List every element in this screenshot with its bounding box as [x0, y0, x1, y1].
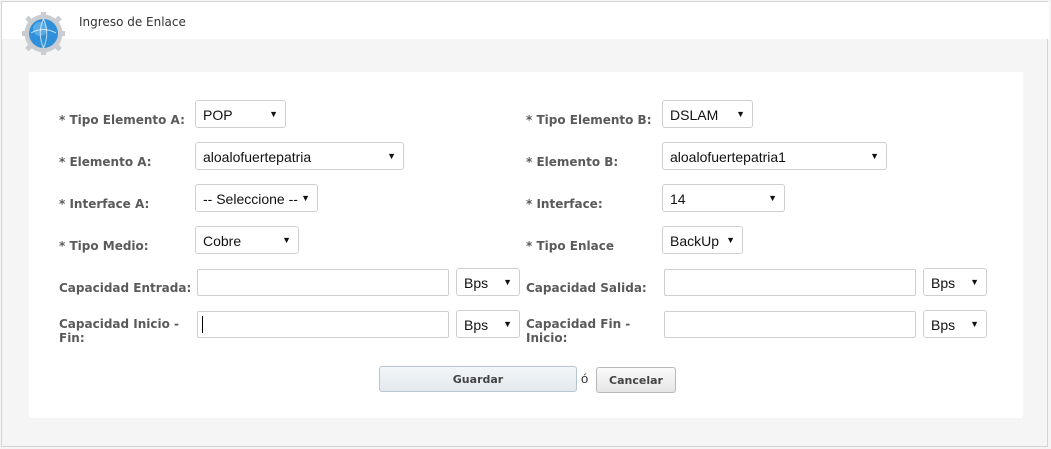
elemento-a-label: * Elemento A:	[59, 155, 152, 169]
elemento-b-select[interactable]: aloalofuertepatria1 ▼	[662, 142, 887, 170]
elemento-b-label: * Elemento B:	[526, 155, 619, 169]
capacidad-entrada-label: Capacidad Entrada:	[59, 281, 192, 295]
capacidad-salida-input[interactable]	[664, 269, 916, 296]
page-title: Ingreso de Enlace	[79, 15, 186, 29]
tipo-medio-label: * Tipo Medio:	[59, 239, 149, 253]
page-frame: Ingreso de Enlace * Tipo Elemento A: POP…	[1, 1, 1049, 447]
interface-b-label: * Interface:	[526, 197, 603, 211]
capacidad-fin-inicio-unit-value: Bps	[931, 317, 956, 333]
tipo-elemento-a-select[interactable]: POP ▼	[195, 100, 286, 128]
interface-a-label: * Interface A:	[59, 197, 150, 211]
triangle-down-icon: ▼	[970, 319, 979, 329]
triangle-down-icon: ▼	[269, 109, 278, 119]
tipo-elemento-b-value: DSLAM	[670, 107, 719, 123]
capacidad-salida-label: Capacidad Salida:	[526, 281, 647, 295]
or-separator: ó	[581, 371, 589, 386]
capacidad-inicio-fin-label: Capacidad Inicio - Fin:	[59, 317, 179, 345]
capacidad-fin-inicio-input[interactable]	[664, 311, 916, 338]
capacidad-entrada-input[interactable]	[197, 269, 449, 296]
tipo-enlace-value: BackUp	[670, 233, 720, 249]
capacidad-inicio-fin-unit-value: Bps	[464, 317, 489, 333]
tipo-enlace-label: * Tipo Enlace	[526, 239, 614, 253]
text-cursor	[202, 316, 203, 333]
elemento-a-value: aloalofuertepatria	[203, 149, 312, 165]
interface-a-value: -- Seleccione --	[203, 191, 298, 207]
triangle-down-icon: ▼	[301, 193, 310, 203]
triangle-down-icon: ▼	[726, 235, 735, 245]
triangle-down-icon: ▼	[503, 319, 512, 329]
tipo-enlace-select[interactable]: BackUp ▼	[662, 226, 743, 254]
capacidad-fin-inicio-label-line2: Inicio:	[526, 331, 568, 345]
tipo-elemento-a-label: * Tipo Elemento A:	[59, 113, 185, 127]
elemento-b-value: aloalofuertepatria1	[670, 149, 786, 165]
globe-gear-icon	[22, 12, 65, 55]
page-header: Ingreso de Enlace	[2, 2, 1049, 55]
capacidad-fin-inicio-label: Capacidad Fin - Inicio:	[526, 317, 630, 345]
triangle-down-icon: ▼	[970, 277, 979, 287]
capacidad-salida-unit-select[interactable]: Bps ▼	[923, 268, 987, 296]
triangle-down-icon: ▼	[768, 193, 777, 203]
interface-b-value: 14	[670, 191, 686, 207]
link-form-panel: * Tipo Elemento A: POP ▼ * Tipo Elemento…	[29, 72, 1023, 418]
capacidad-entrada-unit-value: Bps	[464, 275, 489, 291]
capacidad-salida-unit-value: Bps	[931, 275, 956, 291]
capacidad-inicio-fin-label-line1: Capacidad Inicio -	[59, 317, 180, 331]
capacidad-fin-inicio-label-line1: Capacidad Fin -	[526, 317, 631, 331]
capacidad-entrada-unit-select[interactable]: Bps ▼	[456, 268, 520, 296]
cancel-button[interactable]: Cancelar	[596, 367, 676, 393]
tipo-medio-value: Cobre	[203, 233, 242, 249]
triangle-down-icon: ▼	[736, 109, 745, 119]
capacidad-fin-inicio-unit-select[interactable]: Bps ▼	[923, 310, 987, 338]
elemento-a-select[interactable]: aloalofuertepatria ▼	[195, 142, 404, 170]
interface-a-select[interactable]: -- Seleccione -- ▼	[195, 184, 318, 212]
triangle-down-icon: ▼	[503, 277, 512, 287]
tipo-elemento-a-value: POP	[203, 107, 233, 123]
tipo-elemento-b-label: * Tipo Elemento B:	[526, 113, 652, 127]
capacidad-inicio-fin-unit-select[interactable]: Bps ▼	[456, 310, 520, 338]
interface-b-select[interactable]: 14 ▼	[662, 184, 785, 212]
tipo-medio-select[interactable]: Cobre ▼	[195, 226, 299, 254]
tipo-elemento-b-select[interactable]: DSLAM ▼	[662, 100, 753, 128]
triangle-down-icon: ▼	[870, 151, 879, 161]
capacidad-inicio-fin-label-line2: Fin:	[59, 331, 85, 345]
triangle-down-icon: ▼	[282, 235, 291, 245]
triangle-down-icon: ▼	[387, 151, 396, 161]
capacidad-inicio-fin-input[interactable]	[197, 311, 449, 338]
save-button[interactable]: Guardar	[379, 366, 577, 392]
